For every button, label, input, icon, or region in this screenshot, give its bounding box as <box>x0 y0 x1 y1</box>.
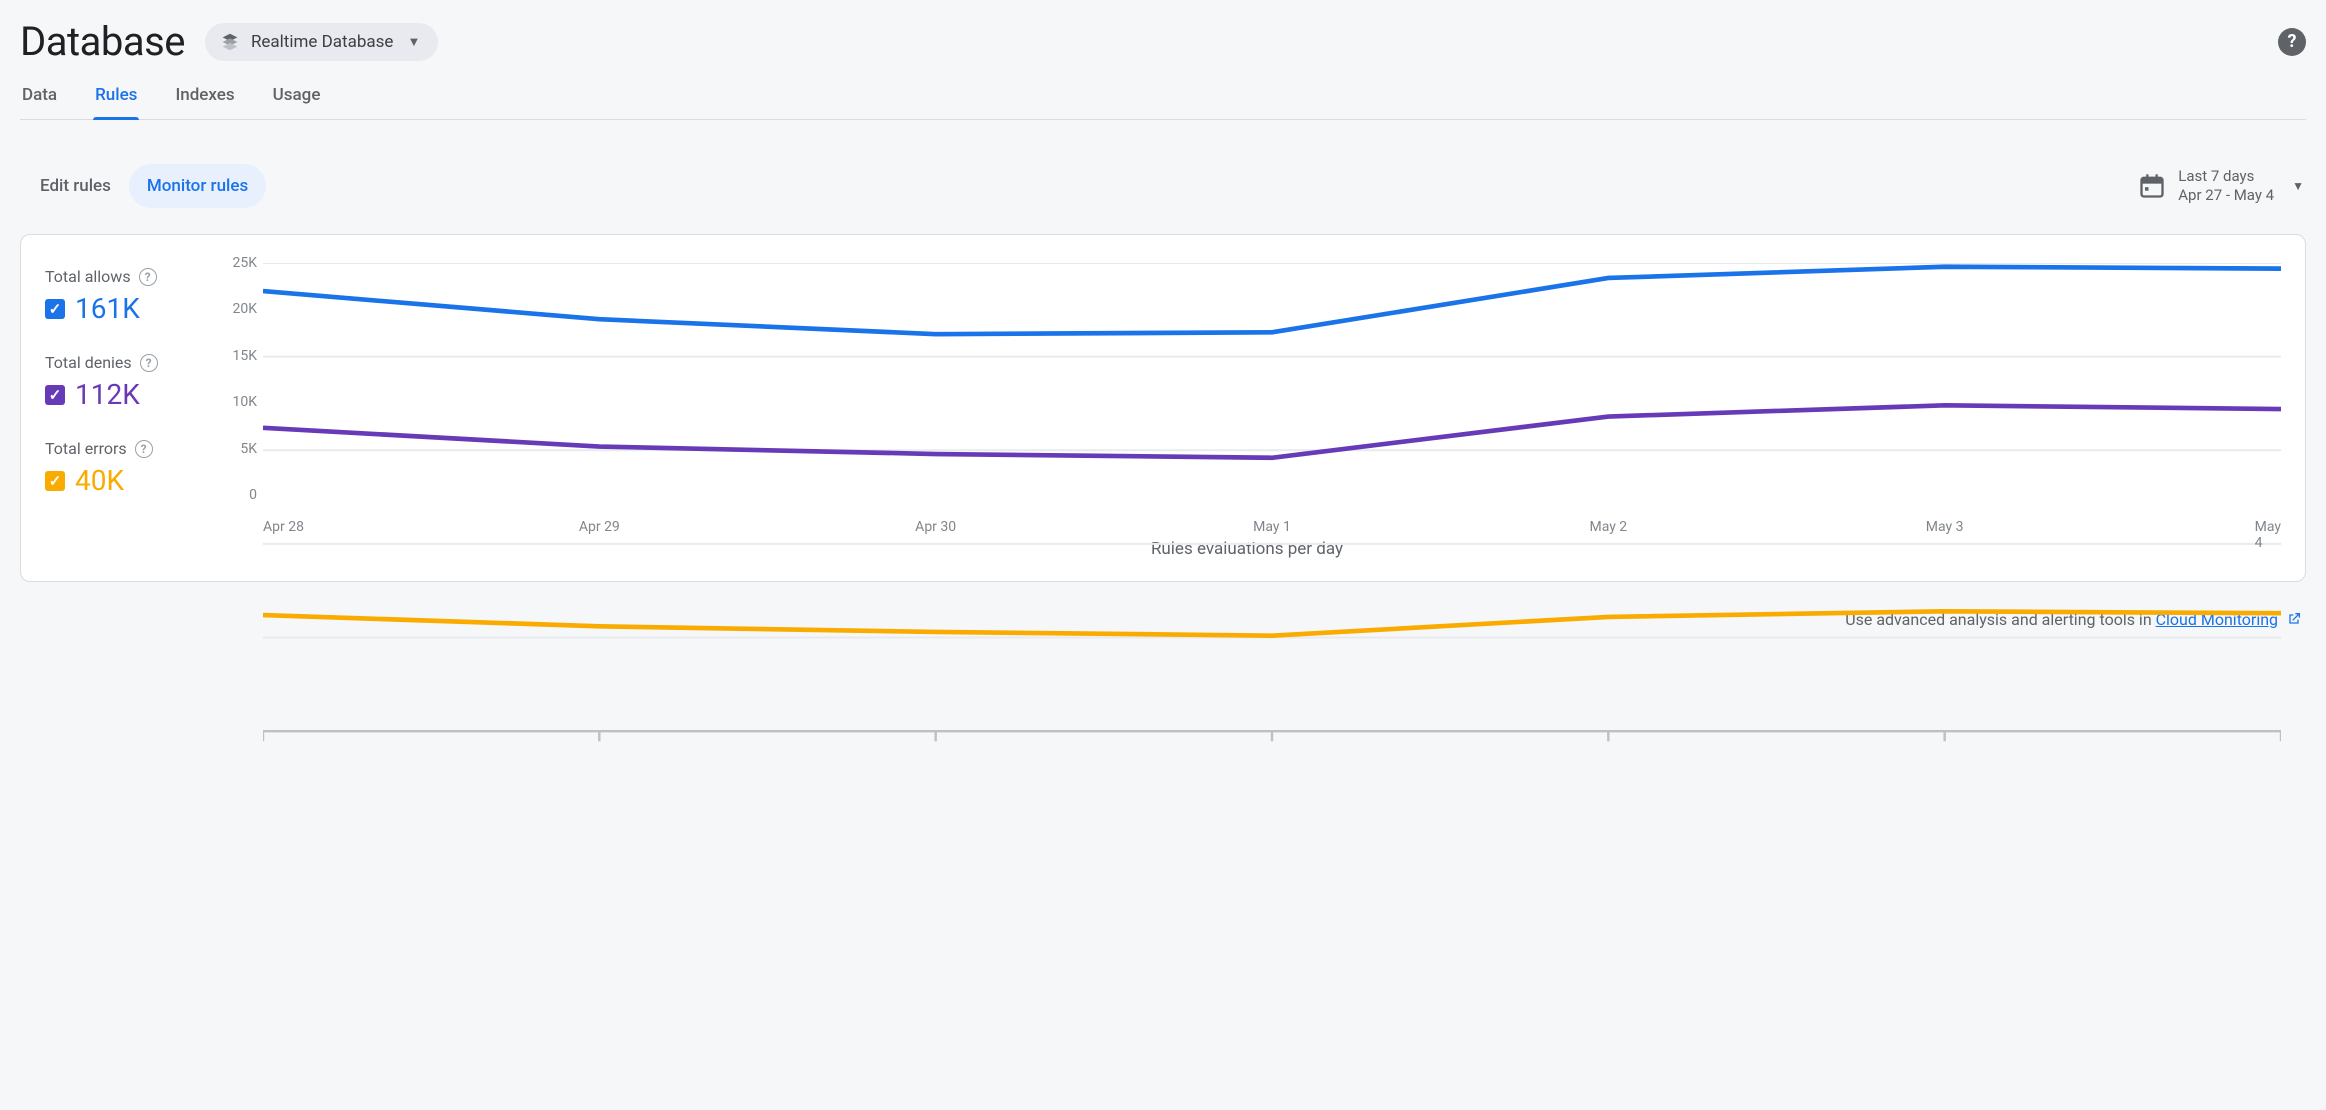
legend-errors: Total errors ? ✓ 40K <box>45 439 195 497</box>
legend-denies-label: Total denies <box>45 353 132 372</box>
page-title: Database <box>20 18 185 65</box>
rules-chart: 25K20K15K10K5K0 Apr 28Apr 29Apr 30May 1M… <box>213 263 2281 513</box>
help-denies-icon[interactable]: ? <box>140 354 158 372</box>
tab-rules[interactable]: Rules <box>93 75 139 119</box>
external-link-icon <box>2286 611 2302 627</box>
date-range-picker[interactable]: Last 7 days Apr 27 - May 4 ▼ <box>2138 167 2304 205</box>
realtime-database-icon <box>219 31 241 53</box>
main-tabs: Data Rules Indexes Usage <box>20 75 2306 120</box>
date-range-label: Last 7 days <box>2178 167 2274 186</box>
x-tick-label: May 4 <box>2255 519 2281 551</box>
chevron-down-icon: ▼ <box>407 34 420 50</box>
y-tick-label: 15K <box>232 348 257 364</box>
x-tick-label: May 1 <box>1253 519 1291 535</box>
help-allows-icon[interactable]: ? <box>139 268 157 286</box>
legend-denies: Total denies ? ✓ 112K <box>45 353 195 411</box>
checkbox-errors[interactable]: ✓ <box>45 471 65 491</box>
date-range-value: Apr 27 - May 4 <box>2178 186 2274 205</box>
legend-allows-value: 161K <box>75 292 140 325</box>
y-tick-label: 20K <box>232 301 257 317</box>
legend-denies-value: 112K <box>75 378 140 411</box>
database-selector-label: Realtime Database <box>251 32 394 52</box>
checkbox-denies[interactable]: ✓ <box>45 385 65 405</box>
tab-data[interactable]: Data <box>20 75 59 119</box>
chevron-down-icon: ▼ <box>2292 179 2304 193</box>
rules-metrics-card: Total allows ? ✓ 161K Total denies ? ✓ 1… <box>20 234 2306 582</box>
help-icon[interactable]: ? <box>2278 28 2306 56</box>
x-tick-label: Apr 29 <box>579 519 620 535</box>
legend-errors-value: 40K <box>75 464 124 497</box>
checkbox-allows[interactable]: ✓ <box>45 299 65 319</box>
legend-allows-label: Total allows <box>45 267 131 286</box>
help-errors-icon[interactable]: ? <box>135 440 153 458</box>
y-tick-label: 10K <box>232 394 257 410</box>
y-tick-label: 0 <box>249 487 257 503</box>
x-tick-label: Apr 28 <box>263 519 304 535</box>
tab-indexes[interactable]: Indexes <box>173 75 236 119</box>
sub-tab-monitor-rules[interactable]: Monitor rules <box>129 164 266 208</box>
legend-errors-label: Total errors <box>45 439 127 458</box>
y-tick-label: 25K <box>232 255 257 271</box>
x-tick-label: Apr 30 <box>915 519 956 535</box>
sub-tab-edit-rules[interactable]: Edit rules <box>22 164 129 208</box>
calendar-icon <box>2138 172 2166 200</box>
legend-allows: Total allows ? ✓ 161K <box>45 267 195 325</box>
x-tick-label: May 3 <box>1926 519 1964 535</box>
tab-usage[interactable]: Usage <box>271 75 323 119</box>
y-tick-label: 5K <box>240 441 257 457</box>
x-tick-label: May 2 <box>1589 519 1627 535</box>
database-selector[interactable]: Realtime Database ▼ <box>205 23 438 61</box>
